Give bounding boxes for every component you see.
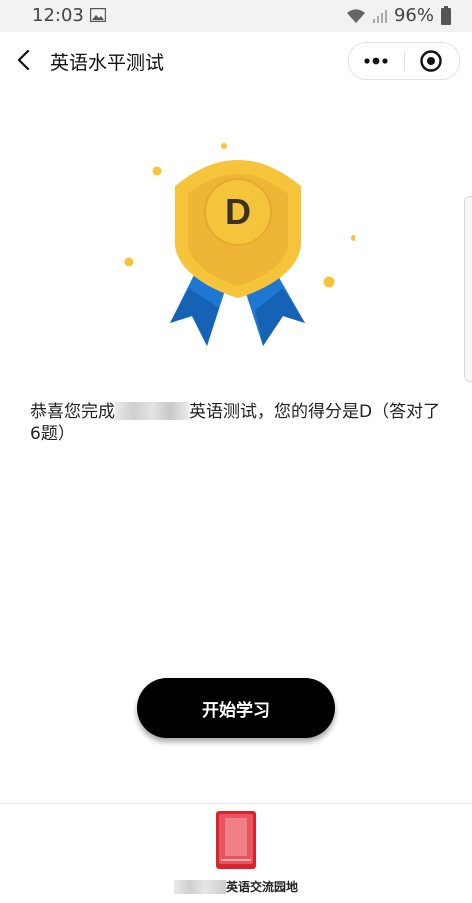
footer-label[interactable]: 英语交流园地 (0, 878, 472, 895)
confetti-dot (351, 235, 355, 241)
confetti-dot (323, 276, 335, 288)
page-title: 英语水平测试 (50, 52, 165, 74)
result-message: 恭喜您完成 英语测试，您的得分是D（答对了6题） (30, 401, 445, 445)
footer-label-text: 英语交流园地 (225, 880, 298, 894)
capsule-divider (404, 51, 405, 71)
more-icon[interactable] (361, 51, 391, 71)
result-prefix: 恭喜您完成 (30, 402, 115, 422)
signal-icon (372, 9, 387, 23)
status-right: 96% (346, 5, 452, 26)
redacted-name (115, 402, 189, 420)
status-time: 12:03 (32, 5, 84, 26)
confetti-dot (221, 143, 227, 149)
book-logo-icon[interactable] (215, 810, 257, 870)
redacted-footer-name (173, 880, 226, 894)
close-target-icon[interactable] (419, 49, 443, 73)
gallery-icon (90, 8, 106, 22)
wifi-icon (346, 8, 365, 23)
footer-divider (0, 803, 472, 804)
confetti-dot (152, 166, 162, 176)
nav-bar: 英语水平测试 (0, 32, 472, 88)
medal-badge: D (124, 143, 355, 346)
confetti-dot (124, 257, 134, 267)
back-icon[interactable] (10, 46, 38, 74)
battery-icon (441, 5, 451, 25)
grade-letter: D (225, 191, 251, 232)
status-bar: 12:03 96% (0, 0, 472, 32)
capsule-menu (348, 42, 460, 80)
side-scroll-handle[interactable] (464, 196, 472, 382)
start-learning-button[interactable]: 开始学习 (137, 678, 335, 738)
battery-percent: 96% (393, 5, 434, 26)
